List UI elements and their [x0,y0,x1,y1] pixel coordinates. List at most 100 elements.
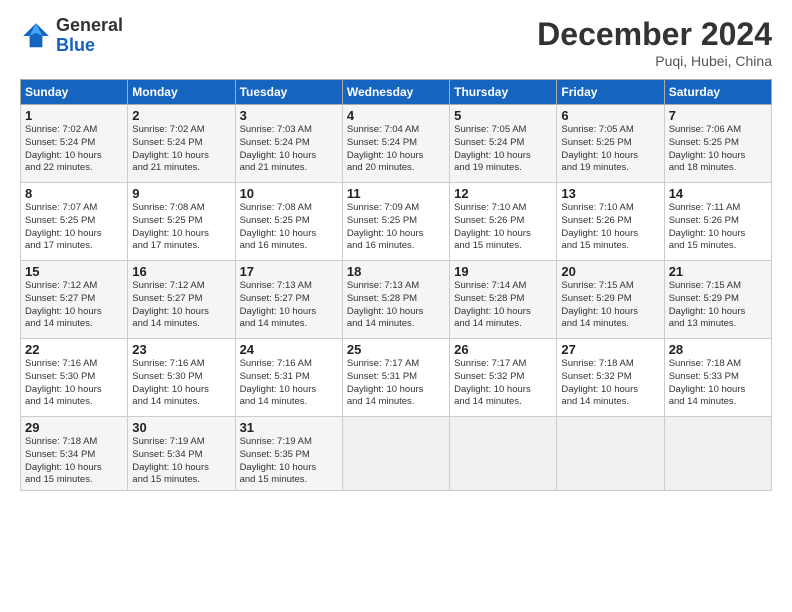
day-number: 1 [25,108,123,123]
day-number: 10 [240,186,338,201]
day-number: 26 [454,342,552,357]
calendar-cell: 12Sunrise: 7:10 AMSunset: 5:26 PMDayligh… [450,183,557,261]
calendar-header-monday: Monday [128,80,235,105]
day-info: Sunrise: 7:03 AMSunset: 5:24 PMDaylight:… [240,124,338,175]
calendar-cell: 22Sunrise: 7:16 AMSunset: 5:30 PMDayligh… [21,339,128,417]
day-info: Sunrise: 7:16 AMSunset: 5:30 PMDaylight:… [25,358,123,409]
calendar-header-thursday: Thursday [450,80,557,105]
day-number: 14 [669,186,767,201]
day-info: Sunrise: 7:18 AMSunset: 5:34 PMDaylight:… [25,436,123,487]
day-info: Sunrise: 7:08 AMSunset: 5:25 PMDaylight:… [240,202,338,253]
calendar-cell: 7Sunrise: 7:06 AMSunset: 5:25 PMDaylight… [664,105,771,183]
day-info: Sunrise: 7:05 AMSunset: 5:24 PMDaylight:… [454,124,552,175]
calendar-cell: 6Sunrise: 7:05 AMSunset: 5:25 PMDaylight… [557,105,664,183]
day-info: Sunrise: 7:12 AMSunset: 5:27 PMDaylight:… [132,280,230,331]
calendar-cell [342,417,449,491]
calendar-cell: 8Sunrise: 7:07 AMSunset: 5:25 PMDaylight… [21,183,128,261]
day-number: 2 [132,108,230,123]
day-info: Sunrise: 7:15 AMSunset: 5:29 PMDaylight:… [669,280,767,331]
calendar-cell: 21Sunrise: 7:15 AMSunset: 5:29 PMDayligh… [664,261,771,339]
day-number: 16 [132,264,230,279]
day-info: Sunrise: 7:14 AMSunset: 5:28 PMDaylight:… [454,280,552,331]
calendar-week-row: 29Sunrise: 7:18 AMSunset: 5:34 PMDayligh… [21,417,772,491]
day-info: Sunrise: 7:16 AMSunset: 5:31 PMDaylight:… [240,358,338,409]
calendar-cell: 19Sunrise: 7:14 AMSunset: 5:28 PMDayligh… [450,261,557,339]
day-info: Sunrise: 7:05 AMSunset: 5:25 PMDaylight:… [561,124,659,175]
calendar-cell: 9Sunrise: 7:08 AMSunset: 5:25 PMDaylight… [128,183,235,261]
calendar-cell [450,417,557,491]
day-number: 13 [561,186,659,201]
logo-general-text: General [56,16,123,36]
title-block: December 2024 Puqi, Hubei, China [537,16,772,69]
calendar-cell: 11Sunrise: 7:09 AMSunset: 5:25 PMDayligh… [342,183,449,261]
day-info: Sunrise: 7:10 AMSunset: 5:26 PMDaylight:… [454,202,552,253]
calendar-cell: 10Sunrise: 7:08 AMSunset: 5:25 PMDayligh… [235,183,342,261]
calendar-header-friday: Friday [557,80,664,105]
logo: General Blue [20,16,123,56]
calendar-cell: 28Sunrise: 7:18 AMSunset: 5:33 PMDayligh… [664,339,771,417]
calendar-cell: 4Sunrise: 7:04 AMSunset: 5:24 PMDaylight… [342,105,449,183]
day-info: Sunrise: 7:19 AMSunset: 5:35 PMDaylight:… [240,436,338,487]
day-info: Sunrise: 7:17 AMSunset: 5:31 PMDaylight:… [347,358,445,409]
day-info: Sunrise: 7:17 AMSunset: 5:32 PMDaylight:… [454,358,552,409]
calendar-week-row: 8Sunrise: 7:07 AMSunset: 5:25 PMDaylight… [21,183,772,261]
day-info: Sunrise: 7:02 AMSunset: 5:24 PMDaylight:… [25,124,123,175]
calendar-week-row: 22Sunrise: 7:16 AMSunset: 5:30 PMDayligh… [21,339,772,417]
day-number: 7 [669,108,767,123]
day-number: 21 [669,264,767,279]
logo-icon [20,20,52,52]
calendar-header-wednesday: Wednesday [342,80,449,105]
day-info: Sunrise: 7:18 AMSunset: 5:32 PMDaylight:… [561,358,659,409]
calendar-cell: 3Sunrise: 7:03 AMSunset: 5:24 PMDaylight… [235,105,342,183]
day-info: Sunrise: 7:10 AMSunset: 5:26 PMDaylight:… [561,202,659,253]
day-number: 29 [25,420,123,435]
day-info: Sunrise: 7:08 AMSunset: 5:25 PMDaylight:… [132,202,230,253]
day-number: 4 [347,108,445,123]
header: General Blue December 2024 Puqi, Hubei, … [20,16,772,69]
location: Puqi, Hubei, China [537,53,772,69]
day-info: Sunrise: 7:02 AMSunset: 5:24 PMDaylight:… [132,124,230,175]
calendar-cell: 5Sunrise: 7:05 AMSunset: 5:24 PMDaylight… [450,105,557,183]
day-number: 20 [561,264,659,279]
day-number: 3 [240,108,338,123]
calendar-cell: 24Sunrise: 7:16 AMSunset: 5:31 PMDayligh… [235,339,342,417]
calendar-week-row: 1Sunrise: 7:02 AMSunset: 5:24 PMDaylight… [21,105,772,183]
day-info: Sunrise: 7:06 AMSunset: 5:25 PMDaylight:… [669,124,767,175]
calendar-cell: 13Sunrise: 7:10 AMSunset: 5:26 PMDayligh… [557,183,664,261]
calendar-cell: 31Sunrise: 7:19 AMSunset: 5:35 PMDayligh… [235,417,342,491]
calendar-cell: 16Sunrise: 7:12 AMSunset: 5:27 PMDayligh… [128,261,235,339]
calendar-cell: 14Sunrise: 7:11 AMSunset: 5:26 PMDayligh… [664,183,771,261]
day-number: 27 [561,342,659,357]
day-number: 23 [132,342,230,357]
day-number: 25 [347,342,445,357]
calendar-cell: 1Sunrise: 7:02 AMSunset: 5:24 PMDaylight… [21,105,128,183]
day-info: Sunrise: 7:13 AMSunset: 5:27 PMDaylight:… [240,280,338,331]
calendar-cell: 25Sunrise: 7:17 AMSunset: 5:31 PMDayligh… [342,339,449,417]
day-info: Sunrise: 7:18 AMSunset: 5:33 PMDaylight:… [669,358,767,409]
day-number: 12 [454,186,552,201]
day-info: Sunrise: 7:04 AMSunset: 5:24 PMDaylight:… [347,124,445,175]
day-info: Sunrise: 7:16 AMSunset: 5:30 PMDaylight:… [132,358,230,409]
calendar-cell: 20Sunrise: 7:15 AMSunset: 5:29 PMDayligh… [557,261,664,339]
day-number: 30 [132,420,230,435]
calendar-header-sunday: Sunday [21,80,128,105]
day-info: Sunrise: 7:13 AMSunset: 5:28 PMDaylight:… [347,280,445,331]
month-title: December 2024 [537,16,772,53]
calendar-header-tuesday: Tuesday [235,80,342,105]
day-info: Sunrise: 7:11 AMSunset: 5:26 PMDaylight:… [669,202,767,253]
day-number: 22 [25,342,123,357]
calendar-cell: 27Sunrise: 7:18 AMSunset: 5:32 PMDayligh… [557,339,664,417]
day-number: 19 [454,264,552,279]
day-number: 17 [240,264,338,279]
day-number: 15 [25,264,123,279]
page: General Blue December 2024 Puqi, Hubei, … [0,0,792,612]
calendar-week-row: 15 Sunrise: 7:12 AMSunset: 5:27 PMDayligh… [21,261,772,339]
logo-blue-text: Blue [56,36,123,56]
day-number: 24 [240,342,338,357]
day-info: Sunrise: 7:07 AMSunset: 5:25 PMDaylight:… [25,202,123,253]
day-number: 9 [132,186,230,201]
day-info: Sunrise: 7:09 AMSunset: 5:25 PMDaylight:… [347,202,445,253]
day-number: 8 [25,186,123,201]
day-number: 6 [561,108,659,123]
calendar-cell: 30Sunrise: 7:19 AMSunset: 5:34 PMDayligh… [128,417,235,491]
